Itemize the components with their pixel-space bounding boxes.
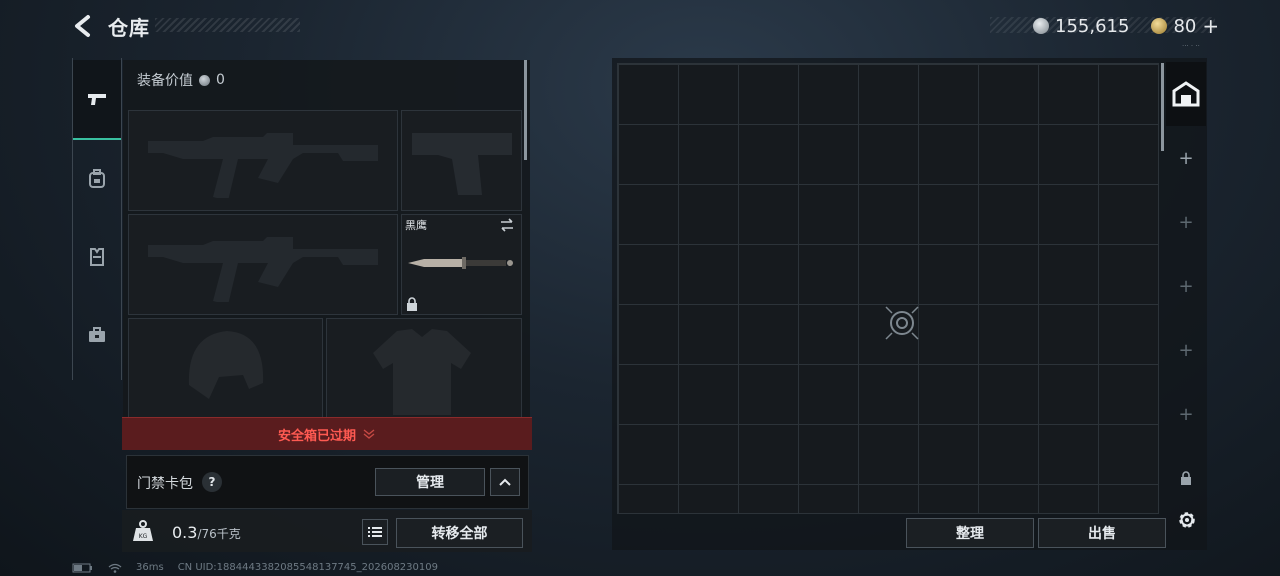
weight-icon: KG: [133, 520, 153, 541]
swap-icon[interactable]: [499, 218, 515, 232]
wifi-icon: [108, 563, 122, 573]
ping-text: 36ms: [136, 562, 164, 573]
primary-rifle-slot[interactable]: [128, 110, 398, 211]
pistol-silhouette-icon: [412, 133, 512, 195]
secondary-rifle-slot[interactable]: [128, 214, 398, 315]
header-subtext: ··· · ··: [1182, 42, 1200, 50]
list-view-button[interactable]: [362, 519, 388, 545]
tab-weapons[interactable]: [73, 60, 121, 140]
equipment-value: 装备价值 0: [137, 70, 225, 90]
weight-current: 0.3: [172, 523, 198, 542]
knife-name: 黑鹰: [405, 219, 427, 232]
pistol-slot[interactable]: [401, 110, 522, 211]
collapse-button[interactable]: [490, 468, 520, 496]
armor-silhouette-icon: [373, 329, 471, 415]
helmet-silhouette-icon: [188, 331, 264, 399]
list-icon: [368, 527, 382, 537]
knife-icon: [408, 257, 513, 269]
weight-max: /76千克: [197, 527, 241, 541]
lock-icon: [407, 297, 417, 311]
organize-button[interactable]: 整理: [906, 518, 1034, 548]
melee-slot[interactable]: 黑鹰: [401, 214, 522, 315]
add-storage-tab-4[interactable]: +: [1166, 318, 1206, 382]
add-storage-tab-5[interactable]: +: [1166, 382, 1206, 446]
empty-target-icon: [885, 306, 919, 340]
safe-box-expired-text: 安全箱已过期: [277, 428, 356, 444]
back-arrow-icon[interactable]: [70, 12, 98, 40]
storage-tabs: + + + + +: [1166, 62, 1206, 514]
warehouse-icon: [1172, 81, 1200, 107]
status-bar: 36ms CN UID:1884443382085548137745_20260…: [72, 562, 438, 573]
storage-scrollbar[interactable]: [1161, 63, 1164, 151]
category-tabs: [72, 58, 122, 380]
tab-backpack[interactable]: [73, 140, 121, 218]
briefcase-icon: [89, 327, 105, 342]
tab-warehouse[interactable]: [1166, 62, 1206, 126]
page-title: 仓库: [108, 16, 150, 40]
vest-icon: [90, 248, 104, 266]
transfer-all-button[interactable]: 转移全部: [396, 518, 523, 548]
tab-vest[interactable]: [73, 218, 121, 296]
chevron-down-icon: [363, 429, 375, 439]
silver-coin-icon: [199, 74, 210, 86]
add-currency-button[interactable]: +: [1202, 14, 1219, 38]
sell-button[interactable]: 出售: [1038, 518, 1166, 548]
currency-display: 155,615 80 +: [1033, 14, 1219, 38]
add-storage-tab-3[interactable]: +: [1166, 254, 1206, 318]
armor-slot[interactable]: [326, 318, 522, 420]
equipment-value-label: 装备价值: [137, 73, 193, 89]
equipment-value-amount: 0: [216, 72, 225, 88]
rifle-silhouette-icon: [148, 237, 378, 302]
locked-storage-tab[interactable]: [1166, 446, 1206, 510]
card-pack-label: 门禁卡包: [137, 476, 193, 492]
helmet-slot[interactable]: [128, 318, 323, 420]
title-decoration: [155, 18, 300, 32]
uid-text: CN UID:1884443382085548137745_2026082301…: [177, 562, 438, 573]
gold-coin-icon: [1151, 18, 1168, 34]
rifle-silhouette-icon: [148, 133, 378, 198]
svg-text:KG: KG: [139, 533, 148, 540]
safe-box-expired-banner[interactable]: 安全箱已过期: [122, 417, 532, 450]
silver-amount: 155,615: [1055, 15, 1130, 37]
pistol-icon: [88, 94, 106, 105]
tab-case[interactable]: [73, 296, 121, 374]
settings-gear-icon[interactable]: [1175, 508, 1199, 532]
storage-grid[interactable]: [617, 63, 1159, 514]
backpack-icon: [89, 169, 105, 188]
lock-icon: [1181, 471, 1191, 485]
card-pack-help-button[interactable]: ?: [202, 472, 222, 492]
manage-button[interactable]: 管理: [375, 468, 485, 496]
weight-value: 0.3/76千克: [172, 523, 241, 542]
silver-coin-icon: [1033, 18, 1049, 34]
battery-icon: [72, 563, 92, 572]
chevron-up-icon: [499, 478, 511, 486]
add-storage-tab-1[interactable]: +: [1166, 126, 1206, 190]
gold-amount: 80: [1173, 15, 1197, 37]
loadout-scrollbar[interactable]: [524, 60, 527, 160]
add-storage-tab-2[interactable]: +: [1166, 190, 1206, 254]
